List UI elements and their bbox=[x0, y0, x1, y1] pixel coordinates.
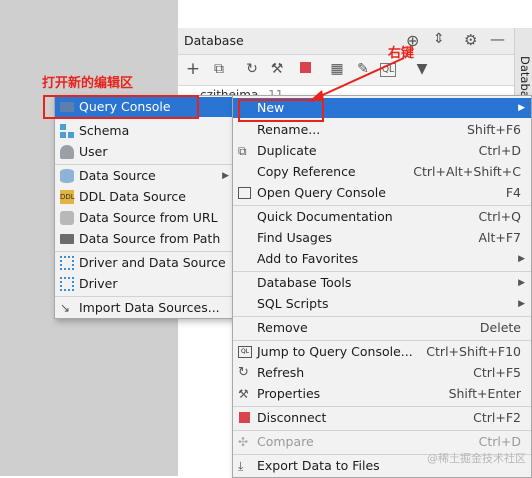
menu-item-database-tools[interactable]: Database Tools ▶ bbox=[233, 273, 531, 293]
left-annotation: 打开新的编辑区 bbox=[42, 76, 134, 91]
watermark: @稀土掘金技术社区 bbox=[427, 452, 526, 465]
compare-icon: ✣ bbox=[238, 435, 249, 449]
menu-item-compare[interactable]: ✣ Compare Ctrl+D bbox=[233, 432, 531, 452]
query-console-highlight bbox=[43, 95, 199, 119]
folder-icon bbox=[60, 234, 74, 244]
menu-item-disconnect[interactable]: Disconnect Ctrl+F2 bbox=[233, 408, 531, 428]
schema-sync-icon[interactable]: ⚒ bbox=[268, 60, 286, 78]
annotation-arrow bbox=[308, 57, 405, 102]
duplicate-icon: ⧉ bbox=[238, 144, 247, 158]
menu-item-quick-documentation[interactable]: Quick Documentation Ctrl+Q bbox=[233, 207, 531, 227]
schema-icon bbox=[60, 124, 74, 138]
database-icon bbox=[60, 169, 74, 183]
chevron-right-icon: ▶ bbox=[518, 299, 525, 309]
driver-icon bbox=[60, 256, 74, 270]
driver-icon bbox=[60, 277, 74, 291]
gear-icon[interactable]: ⚙ bbox=[464, 31, 477, 49]
export-icon: ⤓ bbox=[238, 459, 244, 473]
chevron-right-icon: ▶ bbox=[518, 254, 525, 264]
menu-item-jump-to-query-console[interactable]: QL Jump to Query Console... Ctrl+Shift+F… bbox=[233, 342, 531, 362]
refresh-icon[interactable]: ↻ bbox=[243, 60, 261, 78]
console-icon: QL bbox=[238, 346, 252, 358]
context-menu: New ▶ Rename... Shift+F6 ⧉ Duplicate Ctr… bbox=[232, 95, 532, 478]
query-console-icon bbox=[238, 187, 251, 199]
chevron-right-icon: ▶ bbox=[518, 278, 525, 288]
hide-icon[interactable]: — bbox=[490, 30, 505, 48]
refresh-icon: ↻ bbox=[238, 365, 249, 380]
menu-item-import-data-sources[interactable]: ↘ Import Data Sources... bbox=[55, 298, 235, 318]
properties-icon: ⚒ bbox=[238, 387, 249, 401]
menu-item-remove[interactable]: Remove Delete bbox=[233, 318, 531, 338]
panel-title: Database bbox=[184, 33, 244, 48]
collapse-icon[interactable]: ⇕ bbox=[433, 31, 445, 47]
ddl-icon: DDL bbox=[60, 190, 75, 204]
menu-item-add-to-favorites[interactable]: Add to Favorites ▶ bbox=[233, 249, 531, 269]
add-icon[interactable]: + bbox=[184, 60, 202, 78]
menu-item-copy-reference[interactable]: Copy Reference Ctrl+Alt+Shift+C bbox=[233, 162, 531, 182]
stop-icon bbox=[239, 412, 250, 423]
menu-item-data-source[interactable]: Data Source ▶ bbox=[55, 166, 235, 186]
menu-item-open-query-console[interactable]: Open Query Console F4 bbox=[233, 183, 531, 203]
url-icon bbox=[60, 211, 74, 225]
filter-icon[interactable]: ▼ bbox=[413, 60, 431, 78]
menu-item-refresh[interactable]: ↻ Refresh Ctrl+F5 bbox=[233, 363, 531, 383]
menu-item-rename[interactable]: Rename... Shift+F6 bbox=[233, 120, 531, 140]
menu-item-duplicate[interactable]: ⧉ Duplicate Ctrl+D bbox=[233, 141, 531, 161]
new-submenu: Query Console Schema User Data Source ▶ … bbox=[54, 95, 236, 319]
menu-item-data-source-path[interactable]: Data Source from Path bbox=[55, 229, 235, 249]
chevron-right-icon: ▶ bbox=[518, 103, 525, 113]
menu-item-sql-scripts[interactable]: SQL Scripts ▶ bbox=[233, 294, 531, 314]
menu-item-find-usages[interactable]: Find Usages Alt+F7 bbox=[233, 228, 531, 248]
menu-item-driver[interactable]: Driver bbox=[55, 274, 235, 294]
import-icon: ↘ bbox=[60, 301, 71, 315]
menu-item-properties[interactable]: ⚒ Properties Shift+Enter bbox=[233, 384, 531, 404]
user-icon bbox=[60, 145, 74, 159]
menu-item-user[interactable]: User bbox=[55, 142, 235, 162]
menu-item-ddl-data-source[interactable]: DDL DDL Data Source bbox=[55, 187, 235, 207]
chevron-right-icon: ▶ bbox=[222, 171, 229, 181]
menu-item-driver-and-data-source[interactable]: Driver and Data Source bbox=[55, 253, 235, 273]
top-area bbox=[178, 0, 532, 28]
menu-item-schema[interactable]: Schema bbox=[55, 121, 235, 141]
menu-item-data-source-url[interactable]: Data Source from URL bbox=[55, 208, 235, 228]
copy-icon[interactable]: ⧉ bbox=[210, 60, 228, 78]
